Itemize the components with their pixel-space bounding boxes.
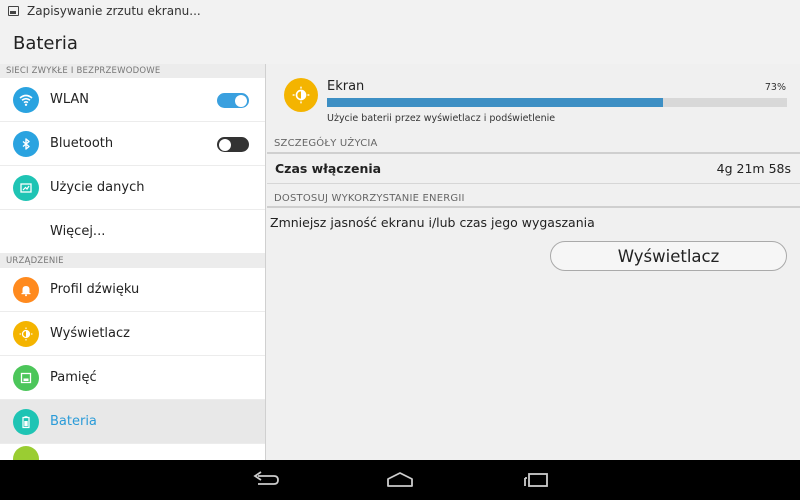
sidebar-item-label: Bluetooth xyxy=(50,136,114,151)
sidebar-item-label: WLAN xyxy=(50,92,90,107)
sidebar-item-label: Wyświetlacz xyxy=(50,326,130,341)
battery-detail-pane: Ekran 73% Użycie baterii przez wyświetla… xyxy=(267,64,800,460)
data-usage-icon xyxy=(13,174,39,201)
sidebar-item-label: Użycie danych xyxy=(50,180,145,195)
back-icon[interactable] xyxy=(245,468,285,492)
usage-percent: 73% xyxy=(764,82,786,93)
home-icon[interactable] xyxy=(380,468,420,492)
time-on-label: Czas włączenia xyxy=(275,161,382,176)
sidebar-item-sound-profile[interactable]: Profil dźwięku xyxy=(0,268,265,312)
usage-name: Ekran xyxy=(327,79,365,94)
action-bar: Bateria xyxy=(0,22,800,64)
section-header-device: URZĄDZENIE xyxy=(0,254,265,268)
section-header-networks: SIECI ZWYKŁE I BEZPRZEWODOWE xyxy=(0,64,265,78)
storage-icon xyxy=(13,364,39,391)
wifi-icon xyxy=(13,86,39,113)
sidebar-item-label: Profil dźwięku xyxy=(50,282,140,297)
settings-sidebar: SIECI ZWYKŁE I BEZPRZEWODOWE WLAN Blueto… xyxy=(0,64,266,460)
sidebar-item-bluetooth[interactable]: Bluetooth xyxy=(0,122,265,166)
usage-progress-bar xyxy=(327,98,787,107)
usage-description: Użycie baterii przez wyświetlacz i podśw… xyxy=(327,113,556,124)
screenshot-icon xyxy=(8,6,19,16)
brightness-icon xyxy=(284,78,318,112)
sidebar-item-storage[interactable]: Pamięć xyxy=(0,356,265,400)
sidebar-item-more[interactable]: Więcej... xyxy=(0,210,265,254)
recent-apps-icon[interactable] xyxy=(516,468,556,492)
time-on-value: 4g 21m 58s xyxy=(716,161,791,176)
power-tip-text: Zmniejsz jasność ekranu i/lub czas jego … xyxy=(270,215,595,230)
status-bar: Zapisywanie zrzutu ekranu... xyxy=(0,0,800,22)
sidebar-item-display[interactable]: Wyświetlacz xyxy=(0,312,265,356)
bell-icon xyxy=(13,276,39,303)
sidebar-item-data-usage[interactable]: Użycie danych xyxy=(0,166,265,210)
sidebar-item-label: Pamięć xyxy=(50,370,97,385)
adjust-power-header: DOSTOSUJ WYKORZYSTANIE ENERGII xyxy=(267,186,800,208)
display-settings-button[interactable]: Wyświetlacz xyxy=(550,241,787,271)
navigation-bar xyxy=(0,460,800,500)
wlan-toggle[interactable] xyxy=(217,93,249,108)
battery-icon xyxy=(13,408,39,435)
sidebar-item-wlan[interactable]: WLAN xyxy=(0,78,265,122)
notification-text: Zapisywanie zrzutu ekranu... xyxy=(27,4,201,18)
sidebar-item-battery[interactable]: Bateria xyxy=(0,400,265,444)
sidebar-item-label: Więcej... xyxy=(50,224,106,239)
screen-usage-entry: Ekran 73% Użycie baterii przez wyświetla… xyxy=(267,64,800,132)
sidebar-item-label: Bateria xyxy=(50,414,97,429)
usage-details-header: SZCZEGÓŁY UŻYCIA xyxy=(267,132,800,154)
usage-progress-fill xyxy=(327,98,663,107)
apps-icon xyxy=(13,446,39,460)
brightness-icon xyxy=(13,320,39,347)
page-title: Bateria xyxy=(13,32,78,54)
bluetooth-icon xyxy=(13,130,39,157)
time-on-row: Czas włączenia 4g 21m 58s xyxy=(267,154,800,184)
sidebar-item-partial[interactable] xyxy=(0,444,265,460)
bluetooth-toggle[interactable] xyxy=(217,137,249,152)
